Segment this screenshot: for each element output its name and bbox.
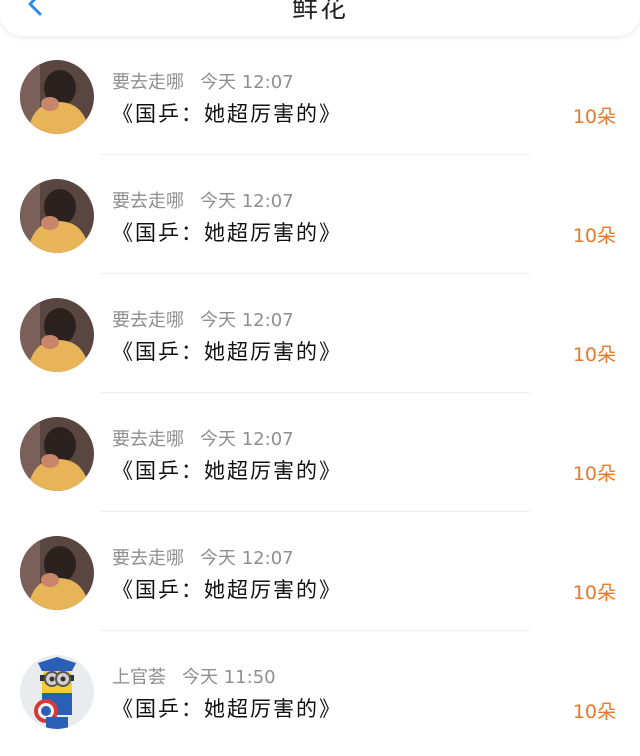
message-text: 《国乒：她超厉害的》 xyxy=(112,697,342,721)
gift-count: 10朵 xyxy=(572,701,616,723)
avatar[interactable] xyxy=(20,655,94,729)
list-item[interactable]: 要去走哪 今天 12:07 《国乒：她超厉害的》 10朵 xyxy=(0,155,640,274)
message-text: 《国乒：她超厉害的》 xyxy=(112,340,342,364)
timestamp: 今天 12:07 xyxy=(200,429,294,450)
username: 要去走哪 xyxy=(112,72,184,93)
timestamp: 今天 12:07 xyxy=(200,548,294,569)
list-item[interactable]: 要去走哪 今天 12:07 《国乒：她超厉害的》 10朵 xyxy=(0,274,640,393)
gift-count: 10朵 xyxy=(572,463,616,485)
username: 要去走哪 xyxy=(112,191,184,212)
message-text: 《国乒：她超厉害的》 xyxy=(112,221,342,245)
timestamp: 今天 11:50 xyxy=(182,667,276,688)
username: 要去走哪 xyxy=(112,429,184,450)
child-photo-icon xyxy=(20,417,94,491)
list-item[interactable]: 要去走哪 今天 12:07 《国乒：她超厉害的》 10朵 xyxy=(0,36,640,155)
child-photo-icon xyxy=(20,179,94,253)
message-text: 《国乒：她超厉害的》 xyxy=(112,578,342,602)
gift-count: 10朵 xyxy=(572,582,616,604)
timestamp: 今天 12:07 xyxy=(200,191,294,212)
minion-captain-icon xyxy=(20,655,94,729)
message-text: 《国乒：她超厉害的》 xyxy=(112,102,342,126)
message-text: 《国乒：她超厉害的》 xyxy=(112,459,342,483)
timestamp: 今天 12:07 xyxy=(200,310,294,331)
top-bar: 鲜花 xyxy=(0,0,640,36)
avatar[interactable] xyxy=(20,536,94,610)
gift-count: 10朵 xyxy=(572,225,616,247)
timestamp: 今天 12:07 xyxy=(200,72,294,93)
list-item[interactable]: 要去走哪 今天 12:07 《国乒：她超厉害的》 10朵 xyxy=(0,512,640,631)
flower-list: 要去走哪 今天 12:07 《国乒：她超厉害的》 10朵 要去走哪 今天 12:07… xyxy=(0,36,640,750)
list-item[interactable]: 要去走哪 今天 12:07 《国乒：她超厉害的》 10朵 xyxy=(0,393,640,512)
avatar[interactable] xyxy=(20,298,94,372)
child-photo-icon xyxy=(20,298,94,372)
gift-count: 10朵 xyxy=(572,344,616,366)
child-photo-icon xyxy=(20,536,94,610)
page-title: 鲜花 xyxy=(291,0,348,24)
list-item[interactable]: 上官荟 今天 11:50 《国乒：她超厉害的》 10朵 xyxy=(0,631,640,750)
username: 要去走哪 xyxy=(112,310,184,331)
username: 上官荟 xyxy=(112,667,166,688)
child-photo-icon xyxy=(20,60,94,134)
avatar[interactable] xyxy=(20,60,94,134)
avatar[interactable] xyxy=(20,179,94,253)
username: 要去走哪 xyxy=(112,548,184,569)
avatar[interactable] xyxy=(20,417,94,491)
gift-count: 10朵 xyxy=(572,106,616,128)
